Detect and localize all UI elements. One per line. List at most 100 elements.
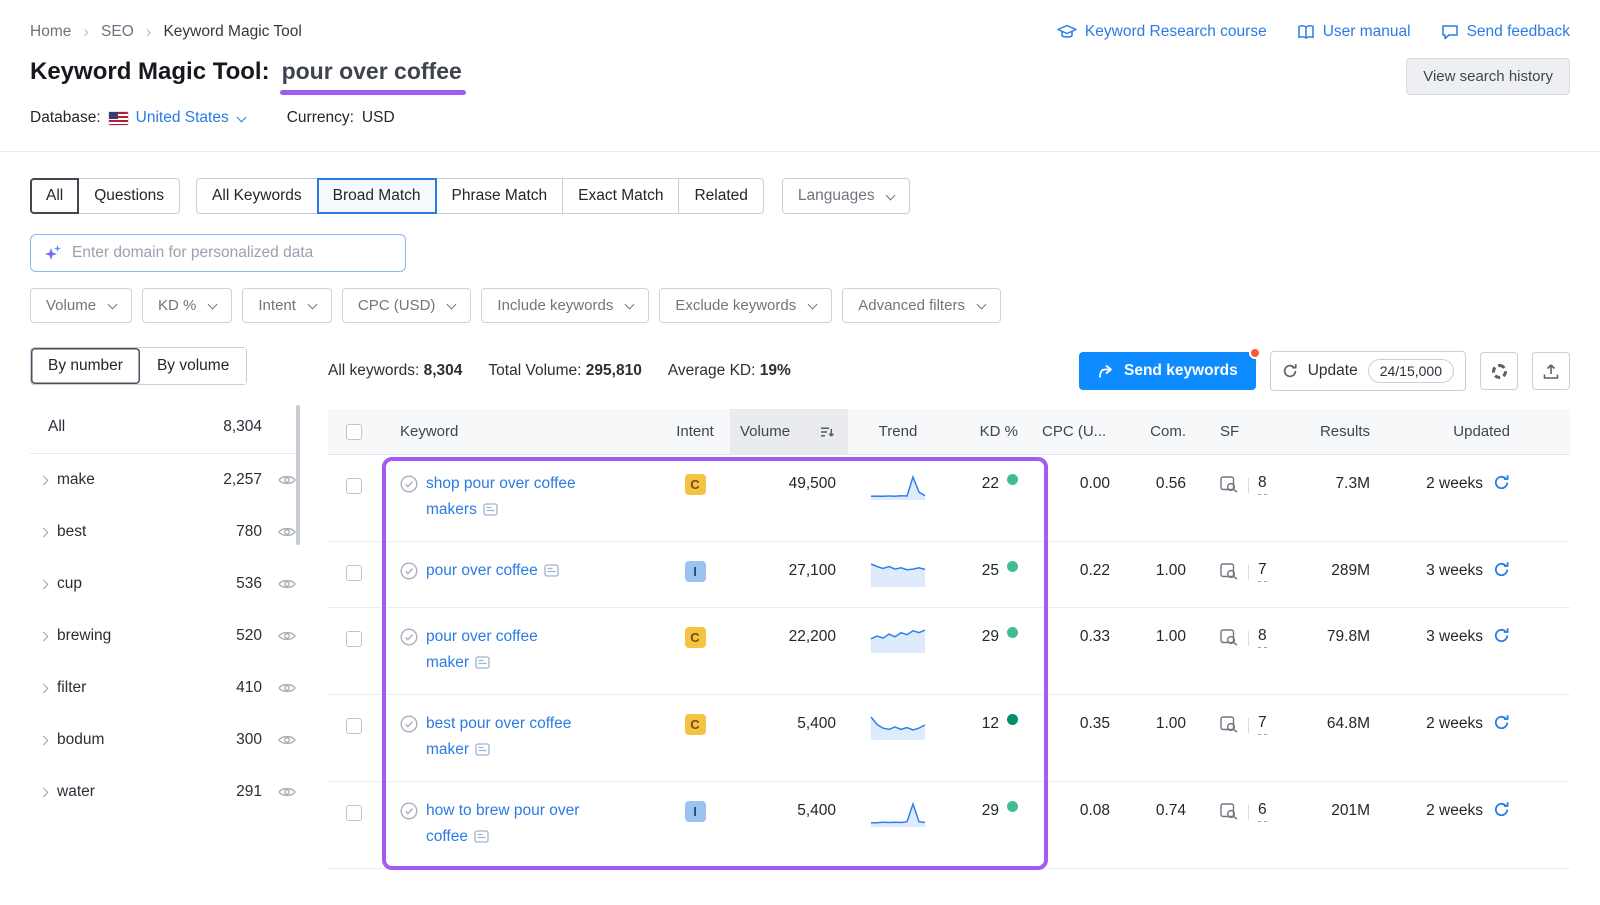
col-results[interactable]: Results [1320,423,1370,440]
select-all-checkbox[interactable] [346,424,362,440]
languages-dropdown[interactable]: Languages [782,178,910,214]
domain-input[interactable]: Enter domain for personalized data [30,234,406,272]
serp-preview-icon[interactable] [474,830,489,843]
by-number-toggle[interactable]: By number [31,348,140,384]
keyword-link[interactable]: shop pour over coffee makers [426,475,576,518]
update-button[interactable]: Update 24/15,000 [1270,351,1466,391]
serp-features-icon[interactable] [1220,476,1239,493]
serp-features-icon[interactable] [1220,803,1239,820]
chevron-right-icon[interactable] [39,735,49,745]
refresh-row-icon[interactable] [1493,714,1510,731]
volume-filter-dropdown[interactable]: Volume [30,288,132,323]
hide-eye-icon[interactable] [278,526,296,538]
refresh-row-icon[interactable] [1493,474,1510,491]
sf-count-link[interactable]: 7 [1258,714,1267,735]
col-cpc[interactable]: CPC (U... [1042,423,1106,440]
send-keywords-button[interactable]: Send keywords [1079,352,1256,390]
kd-filter-dropdown[interactable]: KD % [142,288,232,323]
view-search-history-button[interactable]: View search history [1406,58,1570,95]
col-volume[interactable]: Volume [740,423,790,440]
hide-eye-icon[interactable] [278,682,296,694]
keyword-link[interactable]: pour over coffee [426,562,538,579]
row-checkbox[interactable] [346,565,362,581]
row-checkbox[interactable] [346,805,362,821]
database-select[interactable]: United States [136,109,245,127]
row-checkbox[interactable] [346,718,362,734]
keyword-link[interactable]: how to brew pour over coffee [426,802,579,845]
tab-all-keywords[interactable]: All Keywords [196,178,318,214]
sidebar-item-all[interactable]: All 8,304 [30,401,300,454]
tab-all[interactable]: All [30,178,79,214]
col-keyword[interactable]: Keyword [400,423,458,440]
refresh-row-icon[interactable] [1493,801,1510,818]
breadcrumb-home[interactable]: Home [30,23,71,41]
sidebar-item-make[interactable]: make 2,257 [30,454,300,506]
breadcrumb-seo[interactable]: SEO [101,23,134,41]
hide-eye-icon[interactable] [278,630,296,642]
sidebar-item-bodum[interactable]: bodum 300 [30,714,300,766]
chevron-right-icon[interactable] [39,579,49,589]
sf-count-link[interactable]: 8 [1258,627,1267,648]
include-keywords-dropdown[interactable]: Include keywords [481,288,649,323]
send-feedback-link[interactable]: Send feedback [1441,23,1570,41]
serp-preview-icon[interactable] [475,656,490,669]
tab-exact-match[interactable]: Exact Match [562,178,679,214]
serp-preview-icon[interactable] [483,503,498,516]
user-manual-link[interactable]: User manual [1297,23,1411,41]
exclude-keywords-dropdown[interactable]: Exclude keywords [659,288,832,323]
tab-broad-match[interactable]: Broad Match [317,178,437,214]
sidebar-scrollbar[interactable] [296,405,300,545]
serp-preview-icon[interactable] [544,564,559,577]
keyword-groups-sidebar: By number By volume All 8,304 make 2,257… [30,347,300,818]
sidebar-item-filter[interactable]: filter 410 [30,662,300,714]
add-to-list-icon[interactable] [400,715,418,733]
sidebar-item-cup[interactable]: cup 536 [30,558,300,610]
advanced-filters-dropdown[interactable]: Advanced filters [842,288,1001,323]
chevron-right-icon[interactable] [39,787,49,797]
sidebar-item-best[interactable]: best 780 [30,506,300,558]
sidebar-item-water[interactable]: water 291 [30,766,300,818]
chevron-right-icon[interactable] [39,631,49,641]
export-button[interactable] [1532,352,1570,390]
serp-features-icon[interactable] [1220,563,1239,580]
cpc-filter-dropdown[interactable]: CPC (USD) [342,288,472,323]
by-volume-toggle[interactable]: By volume [140,348,246,384]
hide-eye-icon[interactable] [278,474,296,486]
tab-related[interactable]: Related [678,178,763,214]
serp-preview-icon[interactable] [475,743,490,756]
add-to-list-icon[interactable] [400,562,418,580]
col-updated[interactable]: Updated [1453,423,1510,440]
chevron-right-icon[interactable] [39,527,49,537]
col-com[interactable]: Com. [1150,423,1186,440]
sf-count-link[interactable]: 8 [1258,474,1267,495]
serp-features-icon[interactable] [1220,629,1239,646]
col-sf[interactable]: SF [1220,423,1239,440]
chevron-right-icon[interactable] [39,475,49,485]
hide-eye-icon[interactable] [278,734,296,746]
row-checkbox[interactable] [346,478,362,494]
hide-eye-icon[interactable] [278,578,296,590]
hide-eye-icon[interactable] [278,786,296,798]
serp-features-icon[interactable] [1220,716,1239,733]
add-to-list-icon[interactable] [400,628,418,646]
add-to-list-icon[interactable] [400,802,418,820]
keyword-research-course-link[interactable]: Keyword Research course [1057,23,1267,41]
refresh-row-icon[interactable] [1493,561,1510,578]
row-checkbox[interactable] [346,631,362,647]
tab-phrase-match[interactable]: Phrase Match [436,178,564,214]
sidebar-item-brewing[interactable]: brewing 520 [30,610,300,662]
sf-count-link[interactable]: 7 [1258,561,1267,582]
sf-count-link[interactable]: 6 [1258,801,1267,822]
col-trend[interactable]: Trend [879,423,918,440]
col-kd[interactable]: KD % [980,423,1018,440]
table-settings-button[interactable] [1480,352,1518,390]
keyword-link[interactable]: best pour over coffee maker [426,715,571,758]
group-label: cup [57,575,82,593]
intent-filter-dropdown[interactable]: Intent [242,288,332,323]
tab-questions[interactable]: Questions [78,178,180,214]
chevron-right-icon[interactable] [39,683,49,693]
sort-desc-icon[interactable] [820,426,834,438]
col-intent[interactable]: Intent [676,423,714,440]
refresh-row-icon[interactable] [1493,627,1510,644]
add-to-list-icon[interactable] [400,475,418,493]
